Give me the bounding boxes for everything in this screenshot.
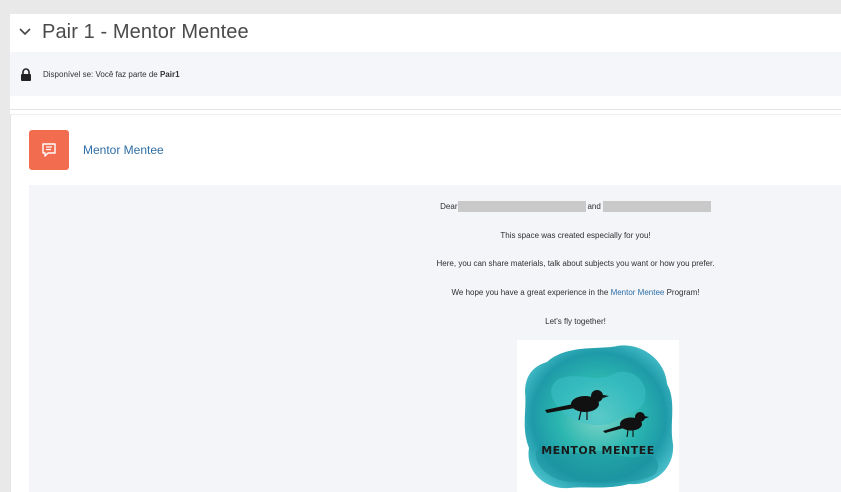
logo-text: MENTOR MENTEE [541, 444, 655, 457]
activity-card: Mentor Mentee Dear and This space was cr… [10, 114, 841, 492]
restriction-group: Pair1 [159, 69, 180, 79]
activity-description: Dear and This space was created especial… [29, 185, 841, 492]
activity-row: Mentor Mentee [29, 130, 164, 170]
availability-restriction: Disponível se: Você faz parte de Pair1 [10, 52, 841, 96]
restriction-prefix: Disponível se: Você faz parte de [43, 69, 160, 79]
restriction-text: Disponível se: Você faz parte de Pair1 [43, 70, 180, 79]
redacted-name [458, 201, 587, 212]
message-text: Program! [664, 288, 700, 297]
message-line: We hope you have a great experience in t… [169, 288, 841, 297]
greeting-and: and [587, 202, 601, 211]
section-header[interactable]: Pair 1 - Mentor Mentee [10, 14, 841, 50]
message-line: Let's fly together! [545, 317, 606, 326]
activity-name-link[interactable]: Mentor Mentee [83, 143, 164, 157]
greeting-start: Dear [440, 202, 458, 211]
redacted-name [602, 201, 711, 212]
course-section: Pair 1 - Mentor Mentee Disponível se: Vo… [10, 14, 841, 492]
message-text: We hope you have a great experience in t… [451, 288, 611, 297]
section-title: Pair 1 - Mentor Mentee [42, 20, 249, 43]
mentor-mentee-logo: MENTOR MENTEE [517, 340, 679, 492]
forum-icon[interactable] [29, 130, 69, 170]
message-line: Here, you can share materials, talk abou… [436, 259, 715, 268]
program-link[interactable]: Mentor Mentee [611, 288, 665, 297]
chevron-down-icon[interactable] [16, 23, 34, 41]
greeting-line: Dear and [169, 201, 841, 212]
lock-icon [20, 67, 34, 81]
divider [10, 109, 841, 110]
message-line: This space was created especially for yo… [500, 231, 651, 240]
